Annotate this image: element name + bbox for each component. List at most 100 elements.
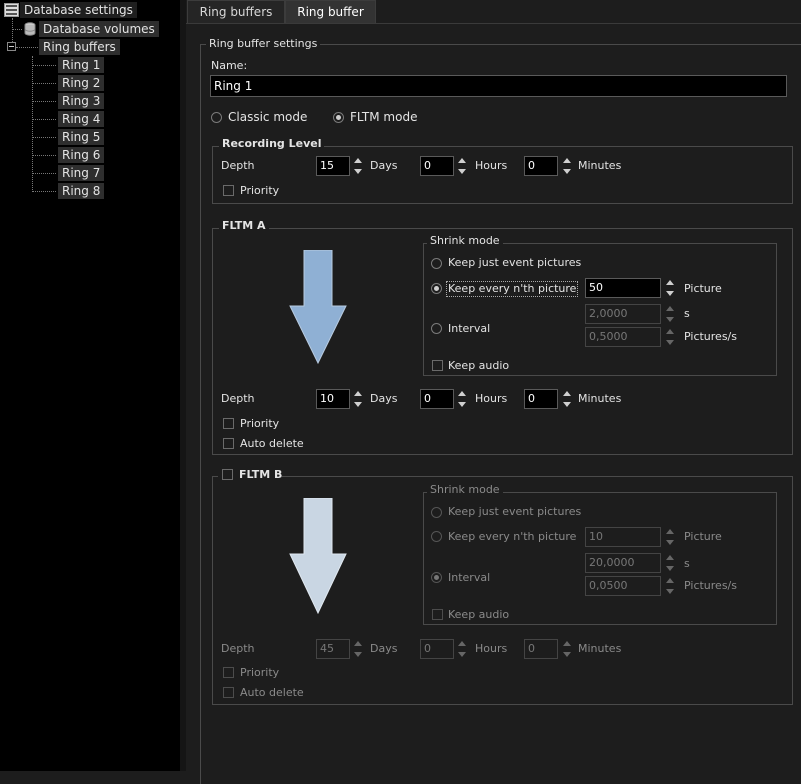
fltm-b-auto-delete-label[interactable]: Auto delete bbox=[240, 686, 304, 700]
tree-item-ring-8[interactable]: Ring 8 bbox=[58, 183, 105, 199]
fltm-b-shrink-title: Shrink mode bbox=[427, 483, 503, 497]
fltm-a-keep-nth-radio[interactable] bbox=[431, 283, 442, 294]
fltm-a-nth-input[interactable]: 50 bbox=[585, 278, 661, 298]
fltm-b-interval-ps-spinner[interactable] bbox=[664, 576, 675, 596]
fltm-b-interval-s-spinner[interactable] bbox=[664, 553, 675, 573]
fltm-b-nth-spinner[interactable] bbox=[664, 527, 675, 547]
fltm-b-keep-event-radio[interactable] bbox=[431, 507, 442, 518]
tree-item-ring-1[interactable]: Ring 1 bbox=[58, 57, 105, 73]
fltm-a-auto-delete-checkbox[interactable] bbox=[223, 438, 234, 449]
fltm-a-interval-s-spinner[interactable] bbox=[664, 304, 675, 324]
fltm-mode-label[interactable]: FLTM mode bbox=[350, 110, 417, 124]
fltm-b-keep-nth-radio[interactable] bbox=[431, 531, 442, 542]
tree-item-ring-4[interactable]: Ring 4 bbox=[58, 111, 105, 127]
tree-item-ring-6[interactable]: Ring 6 bbox=[58, 147, 105, 163]
classic-mode-radio[interactable] bbox=[211, 112, 222, 123]
fltm-a-auto-delete-label[interactable]: Auto delete bbox=[240, 437, 304, 451]
splitter[interactable] bbox=[180, 0, 186, 771]
tree-item-database-volumes[interactable]: Database volumes bbox=[39, 21, 159, 37]
fltm-b-enable-checkbox[interactable] bbox=[222, 469, 233, 480]
name-input[interactable]: Ring 1 bbox=[210, 75, 787, 97]
recording-days-input[interactable]: 15 bbox=[316, 156, 350, 176]
tree-item-ring-7[interactable]: Ring 7 bbox=[58, 165, 105, 181]
fltm-a-minutes-input[interactable]: 0 bbox=[524, 389, 558, 409]
fltm-a-minutes-label: Minutes bbox=[578, 392, 622, 405]
fltm-b-auto-delete-checkbox[interactable] bbox=[223, 687, 234, 698]
fltm-a-title: FLTM A bbox=[219, 219, 269, 233]
fltm-b-minutes-input[interactable]: 0 bbox=[524, 639, 558, 659]
fltm-a-picture-label: Picture bbox=[684, 282, 722, 295]
fltm-b-days-label: Days bbox=[370, 642, 398, 655]
classic-mode-label[interactable]: Classic mode bbox=[228, 110, 307, 124]
tree-item-ring-5[interactable]: Ring 5 bbox=[58, 129, 105, 145]
recording-days-spinner[interactable] bbox=[352, 156, 363, 176]
fltm-b-interval-ps-input[interactable]: 0,0500 bbox=[585, 576, 661, 596]
collapse-icon[interactable] bbox=[7, 42, 16, 51]
fltm-a-keep-event-label[interactable]: Keep just event pictures bbox=[448, 256, 581, 270]
fltm-b-hours-spinner[interactable] bbox=[456, 639, 467, 659]
arrow-down-icon bbox=[289, 250, 347, 364]
fltm-a-days-input[interactable]: 10 bbox=[316, 389, 350, 409]
fltm-b-interval-label[interactable]: Interval bbox=[448, 571, 490, 585]
recording-depth-label: Depth bbox=[221, 159, 255, 172]
fltm-a-interval-ps-input[interactable]: 0,5000 bbox=[585, 327, 661, 347]
recording-minutes-spinner[interactable] bbox=[561, 156, 572, 176]
recording-hours-spinner[interactable] bbox=[456, 156, 467, 176]
fltm-a-hours-input[interactable]: 0 bbox=[420, 389, 454, 409]
recording-minutes-input[interactable]: 0 bbox=[524, 156, 558, 176]
fltm-b-keep-event-label[interactable]: Keep just event pictures bbox=[448, 505, 581, 519]
recording-level-group bbox=[212, 146, 793, 204]
tree-line bbox=[32, 83, 56, 84]
fltm-b-priority-checkbox[interactable] bbox=[223, 667, 234, 678]
tree-item-ring-2[interactable]: Ring 2 bbox=[58, 75, 105, 91]
tree-line bbox=[32, 56, 33, 192]
fltm-b-keep-nth-label[interactable]: Keep every n'th picture bbox=[448, 530, 576, 544]
fltm-b-priority-label[interactable]: Priority bbox=[240, 666, 279, 680]
tree-line bbox=[32, 137, 56, 138]
tree-line bbox=[32, 173, 56, 174]
fltm-a-keep-event-radio[interactable] bbox=[431, 258, 442, 269]
fltm-a-interval-label[interactable]: Interval bbox=[448, 322, 490, 336]
fltm-a-interval-ps-spinner[interactable] bbox=[664, 327, 675, 347]
tree-item-ring-buffers[interactable]: Ring buffers bbox=[39, 39, 120, 55]
database-icon bbox=[24, 22, 36, 36]
recording-priority-checkbox[interactable] bbox=[223, 185, 234, 196]
fltm-a-hours-spinner[interactable] bbox=[456, 389, 467, 409]
fltm-a-minutes-spinner[interactable] bbox=[561, 389, 572, 409]
ring-buffer-settings-title: Ring buffer settings bbox=[206, 37, 321, 51]
fltm-a-priority-label[interactable]: Priority bbox=[240, 417, 279, 431]
fltm-b-keep-audio-label[interactable]: Keep audio bbox=[448, 608, 509, 622]
recording-days-label: Days bbox=[370, 159, 398, 172]
fltm-a-interval-s-input[interactable]: 2,0000 bbox=[585, 304, 661, 324]
fltm-a-depth-label: Depth bbox=[221, 392, 255, 405]
fltm-b-nth-input[interactable]: 10 bbox=[585, 527, 661, 547]
fltm-b-days-spinner[interactable] bbox=[352, 639, 363, 659]
tree-item-ring-3[interactable]: Ring 3 bbox=[58, 93, 105, 109]
fltm-a-priority-checkbox[interactable] bbox=[223, 418, 234, 429]
database-settings-icon bbox=[4, 3, 19, 17]
fltm-a-days-spinner[interactable] bbox=[352, 389, 363, 409]
fltm-a-keep-audio-label[interactable]: Keep audio bbox=[448, 359, 509, 373]
tab-ring-buffers[interactable]: Ring buffers bbox=[187, 0, 285, 23]
fltm-a-nth-spinner[interactable] bbox=[664, 278, 675, 298]
recording-hours-input[interactable]: 0 bbox=[420, 156, 454, 176]
fltm-b-title[interactable]: FLTM B bbox=[239, 468, 282, 482]
fltm-b-interval-s-input[interactable]: 20,0000 bbox=[585, 553, 661, 573]
recording-level-title: Recording Level bbox=[219, 137, 325, 151]
tree-item-database-settings[interactable]: Database settings bbox=[20, 2, 137, 18]
fltm-b-depth-label: Depth bbox=[221, 642, 255, 655]
tree-line bbox=[32, 155, 56, 156]
recording-priority-label[interactable]: Priority bbox=[240, 184, 279, 198]
recording-hours-label: Hours bbox=[475, 159, 508, 172]
fltm-b-interval-radio[interactable] bbox=[431, 572, 442, 583]
fltm-a-interval-radio[interactable] bbox=[431, 323, 442, 334]
tab-separator bbox=[186, 23, 801, 24]
fltm-a-keep-nth-label[interactable]: Keep every n'th picture bbox=[446, 281, 579, 297]
fltm-mode-radio[interactable] bbox=[333, 112, 344, 123]
fltm-b-minutes-spinner[interactable] bbox=[561, 639, 572, 659]
fltm-b-days-input[interactable]: 45 bbox=[316, 639, 350, 659]
fltm-b-hours-input[interactable]: 0 bbox=[420, 639, 454, 659]
fltm-a-keep-audio-checkbox[interactable] bbox=[432, 360, 443, 371]
fltm-b-keep-audio-checkbox[interactable] bbox=[432, 609, 443, 620]
tab-ring-buffer[interactable]: Ring buffer bbox=[285, 0, 376, 23]
